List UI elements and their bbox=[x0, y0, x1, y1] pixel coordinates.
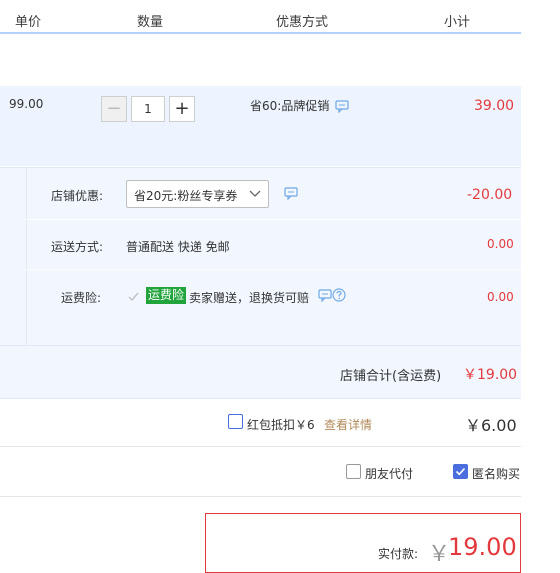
row-divider bbox=[26, 269, 521, 270]
payment-currency: ￥ bbox=[428, 542, 451, 567]
item-promo-text: 省60:品牌促销 bbox=[250, 99, 330, 113]
insurance-amount: 0.00 bbox=[487, 290, 514, 304]
comment-icon[interactable] bbox=[284, 187, 298, 203]
chevron-down-icon bbox=[249, 188, 261, 202]
quantity-minus-button[interactable]: − bbox=[101, 96, 127, 122]
redpacket-checkbox[interactable] bbox=[228, 414, 243, 429]
quantity-input[interactable]: 1 bbox=[131, 96, 165, 122]
friend-pay-label: 朋友代付 bbox=[365, 467, 414, 481]
help-icon[interactable] bbox=[332, 288, 346, 305]
shop-total-label: 店铺合计(含运费) bbox=[340, 369, 442, 384]
comment-icon[interactable] bbox=[335, 100, 349, 116]
shop-discount-label: 店铺优惠: bbox=[51, 189, 104, 203]
insurance-text: 卖家赠送，退换货可赔 bbox=[189, 291, 310, 305]
shipping-method-value: 普通配送 快递 免邮 bbox=[126, 240, 230, 254]
shipping-amount: 0.00 bbox=[487, 237, 514, 251]
redpacket-amount: ￥6.00 bbox=[465, 416, 517, 435]
insurance-badge: 运费险 bbox=[146, 287, 187, 304]
payment-summary: 实付款: ￥ 19.00 bbox=[205, 513, 521, 573]
column-header-quantity: 数量 bbox=[137, 15, 164, 30]
header-separator bbox=[88, 30, 90, 32]
anonymous-label: 匿名购买 bbox=[472, 467, 521, 481]
insurance-label: 运费险: bbox=[61, 291, 102, 305]
friend-pay-checkbox[interactable] bbox=[346, 464, 361, 479]
payment-amount: 19.00 bbox=[448, 533, 517, 561]
coupon-select-value: 省20元:粉丝专享券 bbox=[134, 189, 238, 203]
column-header-subtotal: 小计 bbox=[444, 15, 471, 30]
shop-discount-amount: -20.00 bbox=[467, 187, 513, 203]
redpacket-label: 红包抵扣￥6 bbox=[247, 418, 315, 432]
payment-label: 实付款: bbox=[378, 547, 419, 561]
divider bbox=[0, 496, 521, 497]
anonymous-checkbox[interactable] bbox=[453, 464, 468, 479]
shipping-method-label: 运送方式: bbox=[51, 240, 104, 254]
row-divider bbox=[26, 219, 521, 220]
comment-icon[interactable] bbox=[318, 289, 332, 305]
item-price: 99.00 bbox=[9, 97, 44, 111]
divider bbox=[0, 446, 521, 447]
item-subtotal: 39.00 bbox=[474, 98, 515, 114]
quantity-plus-button[interactable]: + bbox=[169, 96, 195, 122]
coupon-select[interactable]: 省20元:粉丝专享券 bbox=[126, 180, 269, 208]
redpacket-details-link[interactable]: 查看详情 bbox=[324, 416, 372, 433]
shop-total-row bbox=[0, 345, 521, 399]
shop-total-amount: ￥19.00 bbox=[463, 367, 518, 383]
insurance-checkbox[interactable] bbox=[127, 290, 140, 306]
header-separator bbox=[208, 30, 210, 32]
column-header: 单价 数量 优惠方式 小计 bbox=[0, 0, 521, 34]
column-header-price: 单价 bbox=[15, 15, 42, 30]
header-separator bbox=[389, 30, 391, 32]
column-header-discount: 优惠方式 bbox=[276, 15, 329, 30]
